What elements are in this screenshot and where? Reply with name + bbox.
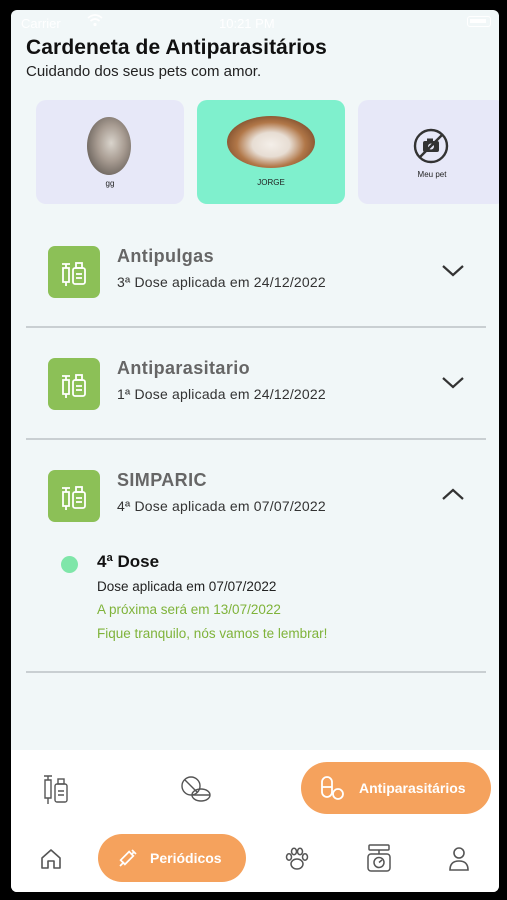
- antiparasitarios-tab-label: Antiparasitários: [359, 780, 466, 796]
- bottom-navigation: Antiparasitários Periódicos: [11, 750, 499, 892]
- app-screen: Carrier 10:21 PM Cardeneta de Antiparasi…: [11, 10, 499, 892]
- page-subtitle: Cuidando dos seus pets com amor.: [26, 63, 262, 80]
- pills-icon[interactable]: [179, 774, 211, 804]
- syringe-bottle-icon[interactable]: [41, 772, 71, 806]
- carrier-label: Carrier: [21, 16, 61, 31]
- pet-photo-jorge: [227, 116, 315, 168]
- medicine-icon: [48, 246, 100, 298]
- periodicos-tab-label: Periódicos: [150, 850, 222, 866]
- profile-icon[interactable]: [448, 846, 470, 872]
- antiparasitarios-tab[interactable]: Antiparasitários: [301, 762, 491, 814]
- periodicos-tab[interactable]: Periódicos: [98, 834, 246, 882]
- chevron-down-icon[interactable]: [441, 262, 465, 278]
- dose-status-dot: [61, 556, 78, 573]
- treatment-name: Antiparasitario: [117, 358, 251, 378]
- paw-icon[interactable]: [283, 845, 311, 873]
- pet-photo-gg: [87, 117, 131, 175]
- chevron-up-icon[interactable]: [441, 486, 465, 502]
- capsule-pill-icon: [321, 776, 344, 800]
- medicine-icon: [48, 470, 100, 522]
- syringe-icon: [119, 849, 137, 867]
- battery-icon: [467, 16, 491, 27]
- treatment-dose: 1ª Dose aplicada em 24/12/2022: [117, 386, 326, 402]
- divider: [26, 438, 486, 440]
- pet-card-jorge[interactable]: JORGE: [197, 100, 345, 204]
- treatment-dose: 4ª Dose aplicada em 07/07/2022: [117, 498, 326, 514]
- status-bar: Carrier 10:21 PM: [11, 10, 499, 36]
- home-icon[interactable]: [39, 847, 63, 871]
- pet-selector: gg JORGE Meu pet: [36, 100, 499, 204]
- medicine-icon: [48, 358, 100, 410]
- treatment-name: SIMPARIC: [117, 470, 207, 490]
- pet-card-gg[interactable]: gg: [36, 100, 184, 204]
- pet-name: gg: [105, 179, 115, 188]
- scale-icon[interactable]: [365, 843, 393, 873]
- reminder-text: Fique tranquilo, nós vamos te lembrar!: [97, 626, 328, 641]
- treatment-item-antipulgas[interactable]: Antipulgas 3ª Dose aplicada em 24/12/202…: [26, 240, 486, 320]
- status-time: 10:21 PM: [219, 16, 275, 31]
- dose-applied-date: Dose aplicada em 07/07/2022: [97, 579, 277, 594]
- treatment-item-simparic[interactable]: SIMPARIC 4ª Dose aplicada em 07/07/2022: [26, 464, 486, 544]
- dose-title: 4ª Dose: [97, 552, 160, 571]
- chevron-down-icon[interactable]: [441, 374, 465, 390]
- treatment-item-antiparasitario[interactable]: Antiparasitario 1ª Dose aplicada em 24/1…: [26, 352, 486, 432]
- page-header: Cardeneta de Antiparasitários Cuidando d…: [26, 36, 327, 80]
- page-title: Cardeneta de Antiparasitários: [26, 36, 327, 59]
- treatment-name: Antipulgas: [117, 246, 214, 266]
- pet-name: Meu pet: [417, 170, 447, 179]
- divider: [26, 326, 486, 328]
- wifi-icon: [87, 14, 103, 30]
- next-dose-date: A próxima será em 13/07/2022: [97, 602, 281, 617]
- no-photo-icon: [413, 128, 449, 164]
- treatment-dose: 3ª Dose aplicada em 24/12/2022: [117, 274, 326, 290]
- divider: [26, 671, 486, 673]
- pet-name: JORGE: [257, 178, 285, 187]
- pet-card-meu-pet[interactable]: Meu pet: [358, 100, 499, 204]
